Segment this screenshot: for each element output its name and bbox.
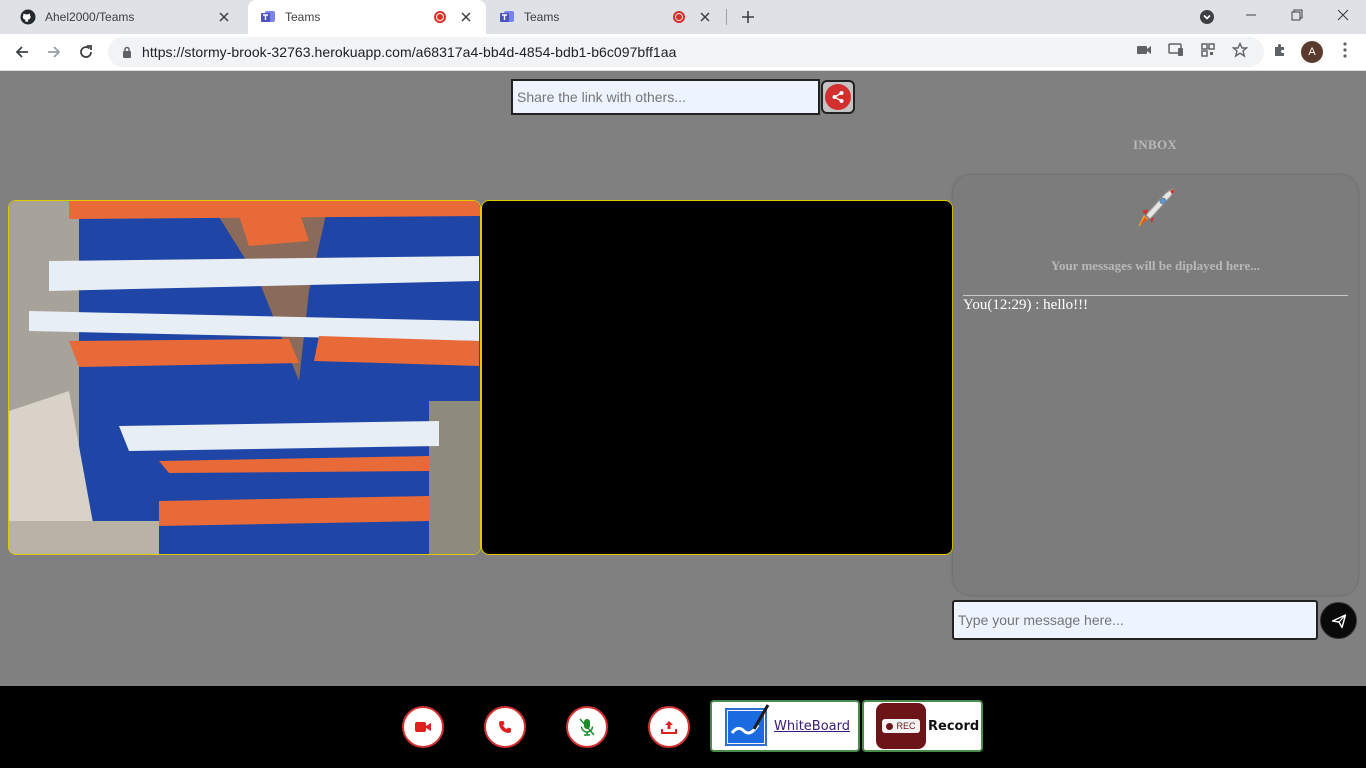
restore-icon — [1291, 9, 1303, 21]
microphone-icon — [579, 718, 595, 736]
record-button[interactable]: REC Record — [862, 700, 983, 752]
tab-teams[interactable]: Teams — [487, 0, 725, 34]
url-text: https://stormy-brook-32763.herokuapp.com… — [142, 44, 677, 60]
whiteboard-icon — [725, 704, 770, 746]
empty-messages-text: Your messages will be diplayed here... — [1051, 258, 1260, 273]
end-call-button[interactable] — [484, 706, 526, 748]
record-badge: REC — [896, 721, 916, 731]
extensions-icon[interactable] — [1268, 38, 1292, 62]
share-button[interactable] — [821, 80, 855, 114]
new-tab-button[interactable] — [736, 5, 760, 29]
recording-indicator-icon — [673, 11, 685, 23]
video-camera-icon — [415, 722, 431, 732]
toggle-mic-button[interactable] — [566, 706, 608, 748]
minimize-button[interactable] — [1228, 0, 1274, 30]
star-icon[interactable] — [1228, 38, 1252, 62]
back-button[interactable] — [8, 38, 36, 66]
divider — [963, 295, 1348, 296]
github-icon — [20, 9, 36, 25]
whiteboard-button[interactable]: WhiteBoard — [710, 700, 860, 752]
inbox-panel: Your messages will be diplayed here... Y… — [953, 175, 1358, 595]
menu-icon[interactable] — [1333, 38, 1357, 62]
close-icon — [1337, 9, 1349, 21]
lock-icon — [120, 45, 134, 59]
browser-toolbar: https://stormy-brook-32763.herokuapp.com… — [0, 34, 1366, 71]
inbox-title: INBOX — [1132, 137, 1178, 152]
tab-title: Ahel2000/Teams — [45, 10, 135, 24]
recording-indicator-icon — [434, 11, 446, 23]
teams-icon — [499, 9, 515, 25]
tab-teams-active[interactable]: Teams — [248, 0, 486, 34]
message-input[interactable] — [952, 600, 1318, 640]
minimize-icon — [1246, 14, 1256, 16]
meeting-control-bar: WhiteBoard REC Record — [0, 686, 1366, 768]
share-link-input[interactable] — [511, 79, 820, 115]
tab-title: Teams — [285, 10, 321, 24]
send-button[interactable] — [1320, 602, 1357, 639]
meeting-page: INBOX Your messages will be diplayed her… — [0, 71, 1366, 686]
remote-video — [481, 200, 953, 555]
qr-code-icon[interactable] — [1196, 38, 1220, 62]
share-link-group — [511, 79, 855, 115]
close-icon[interactable] — [697, 9, 713, 25]
restore-button[interactable] — [1274, 0, 1320, 30]
teams-icon — [260, 9, 276, 25]
send-icon — [1331, 613, 1346, 628]
camera-in-use-icon[interactable] — [1132, 38, 1156, 62]
screen-share-icon — [661, 721, 677, 734]
rocket-icon — [1134, 185, 1178, 231]
plus-icon — [742, 11, 754, 23]
screen-share-button[interactable] — [648, 706, 690, 748]
tab-separator — [726, 9, 727, 25]
tab-github[interactable]: Ahel2000/Teams — [8, 0, 244, 34]
arrow-right-icon — [48, 46, 61, 58]
toggle-video-button[interactable] — [402, 706, 444, 748]
share-icon — [825, 84, 851, 110]
close-icon[interactable] — [216, 9, 232, 25]
phone-icon — [499, 721, 511, 733]
forward-button[interactable] — [40, 38, 68, 66]
browser-tab-bar: Ahel2000/Teams Teams Teams — [0, 0, 1366, 34]
reload-icon — [80, 45, 92, 58]
record-icon: REC — [876, 703, 926, 749]
arrow-left-icon — [15, 46, 28, 58]
record-label: Record — [928, 718, 980, 734]
close-window-button[interactable] — [1320, 0, 1366, 30]
video-frame — [9, 201, 480, 554]
reload-button[interactable] — [72, 38, 100, 66]
profile-avatar[interactable]: A — [1301, 41, 1323, 63]
cast-icon[interactable] — [1164, 38, 1188, 62]
whiteboard-label: WhiteBoard — [774, 718, 851, 734]
local-video — [8, 200, 481, 555]
chat-message: You(12:29) : hello!!! — [963, 297, 1089, 313]
address-bar[interactable]: https://stormy-brook-32763.herokuapp.com… — [108, 37, 1264, 67]
tab-title: Teams — [524, 10, 560, 24]
close-icon[interactable] — [458, 9, 474, 25]
chevron-down-icon — [1200, 10, 1214, 24]
tab-search-button[interactable] — [1196, 6, 1218, 28]
